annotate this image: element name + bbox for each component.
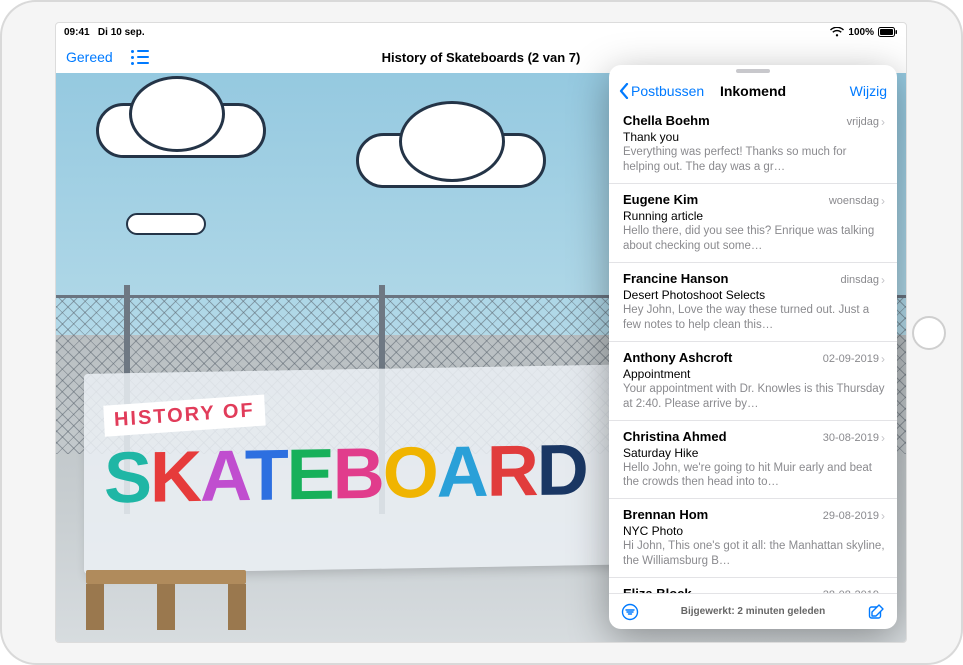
banner: HISTORY OF SKATEBOARD <box>84 364 644 574</box>
mail-item[interactable]: Christina Ahmed 30-08-2019›Saturday HikeH… <box>609 421 897 500</box>
mail-sender: Anthony Ashcroft <box>623 350 732 365</box>
mail-toolbar: Bijgewerkt: 2 minuten geleden <box>609 593 897 629</box>
chevron-left-icon <box>619 83 629 99</box>
mail-sender: Eugene Kim <box>623 192 698 207</box>
mail-status: Bijgewerkt: 2 minuten geleden <box>639 606 867 617</box>
mail-preview: Your appointment with Dr. Knowles is thi… <box>623 382 885 412</box>
status-date: Di 10 sep. <box>98 27 145 38</box>
done-button[interactable]: Gereed <box>66 49 113 65</box>
home-button[interactable] <box>912 316 946 350</box>
mail-back-button[interactable]: Postbussen <box>619 83 704 99</box>
mail-date: woensdag› <box>829 194 885 208</box>
mail-preview: Everything was perfect! Thanks so much f… <box>623 145 885 175</box>
mail-item[interactable]: Brennan Hom 29-08-2019›NYC PhotoHi John, … <box>609 499 897 578</box>
cloud-icon <box>96 103 266 158</box>
mail-item[interactable]: Anthony Ashcroft 02-09-2019›AppointmentYo… <box>609 342 897 421</box>
battery-label: 100% <box>848 27 874 38</box>
chevron-right-icon: › <box>881 194 885 208</box>
mail-sender: Chella Boehm <box>623 113 710 128</box>
mail-date: vrijdag› <box>847 115 885 129</box>
mail-preview: Hey John, Love the way these turned out.… <box>623 303 885 333</box>
list-icon[interactable] <box>131 50 149 64</box>
mail-item[interactable]: Eugene Kim woensdag›Running articleHello … <box>609 184 897 263</box>
mail-date: dinsdag› <box>840 273 885 287</box>
mail-subject: Desert Photoshoot Selects <box>623 288 885 302</box>
filter-icon[interactable] <box>621 603 639 621</box>
mail-subject: Running article <box>623 209 885 223</box>
compose-icon[interactable] <box>867 603 885 621</box>
chevron-right-icon: › <box>881 509 885 523</box>
mail-item[interactable]: Francine Hanson dinsdag›Desert Photoshoot… <box>609 263 897 342</box>
slideover-grip[interactable] <box>736 69 770 73</box>
mail-item[interactable]: Chella Boehm vrijdag›Thank youEverything … <box>609 105 897 184</box>
mail-subject: Appointment <box>623 367 885 381</box>
pallet-graphic <box>86 570 246 630</box>
mail-sender: Eliza Block <box>623 586 692 593</box>
chevron-right-icon: › <box>881 273 885 287</box>
mail-date: 30-08-2019› <box>823 431 885 445</box>
mail-date: 29-08-2019› <box>823 509 885 523</box>
mail-sender: Francine Hanson <box>623 271 728 286</box>
screen: 09:41 Di 10 sep. 100% Gereed History of … <box>55 22 907 643</box>
mail-slideover[interactable]: Postbussen Inkomend Wijzig Chella Boehmv… <box>609 65 897 629</box>
mail-subject: NYC Photo <box>623 524 885 538</box>
mail-subject: Saturday Hike <box>623 446 885 460</box>
banner-tagline: HISTORY OF <box>103 394 265 436</box>
battery-icon <box>878 27 898 37</box>
ipad-frame: 09:41 Di 10 sep. 100% Gereed History of … <box>0 0 963 665</box>
status-bar: 09:41 Di 10 sep. 100% <box>56 23 906 41</box>
mail-subject: Thank you <box>623 130 885 144</box>
mail-item[interactable]: Eliza Block28-08-2019›Team outing succes… <box>609 578 897 593</box>
mail-preview: Hi John, This one's got it all: the Manh… <box>623 539 885 569</box>
mail-edit-button[interactable]: Wijzig <box>850 83 887 99</box>
chevron-right-icon: › <box>881 115 885 129</box>
chevron-right-icon: › <box>881 352 885 366</box>
banner-word: SKATEBOARD <box>104 433 624 514</box>
cloud-icon <box>356 133 546 188</box>
mail-list[interactable]: Chella Boehm vrijdag›Thank youEverything … <box>609 105 897 593</box>
mail-preview: Hello there, did you see this? Enrique w… <box>623 224 885 254</box>
mail-preview: Hello John, we're going to hit Muir earl… <box>623 461 885 491</box>
mail-sender: Brennan Hom <box>623 507 708 522</box>
mail-date: 28-08-2019› <box>823 588 885 593</box>
status-time: 09:41 <box>64 27 90 38</box>
mail-sender: Christina Ahmed <box>623 429 727 444</box>
mail-date: 02-09-2019› <box>823 352 885 366</box>
page-title: History of Skateboards (2 van 7) <box>56 50 906 65</box>
chevron-right-icon: › <box>881 431 885 445</box>
cloud-icon <box>126 213 206 235</box>
chevron-right-icon: › <box>881 588 885 593</box>
wifi-icon <box>830 27 844 37</box>
